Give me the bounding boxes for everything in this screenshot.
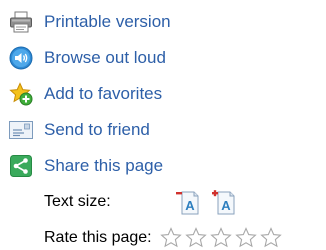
printer-icon [8, 9, 34, 35]
rate-this-page-label: Rate this page: [44, 229, 152, 246]
send-to-friend-label: Send to friend [44, 120, 150, 139]
add-to-favorites-label: Add to favorites [44, 84, 163, 103]
text-size-label: Text size: [44, 193, 111, 210]
add-to-favorites-link[interactable]: Add to favorites [8, 76, 326, 112]
rating-star-icon[interactable] [209, 227, 232, 249]
rating-star-icon[interactable] [159, 227, 182, 249]
envelope-icon [8, 117, 34, 143]
send-to-friend-link[interactable]: Send to friend [8, 112, 326, 148]
printable-version-link[interactable]: Printable version [8, 4, 326, 40]
rating-star-icon[interactable] [234, 227, 257, 249]
share-icon [8, 153, 34, 179]
text-size-decrease-icon[interactable]: A [176, 189, 200, 215]
rating-star-icon[interactable] [259, 227, 282, 249]
text-size-increase-icon[interactable]: A [212, 189, 236, 215]
rating-row: Rate this page: [8, 220, 326, 250]
text-size-row: Text size: A A [8, 184, 326, 220]
svg-text:A: A [185, 198, 195, 213]
star-add-icon [8, 81, 34, 107]
browse-out-loud-label: Browse out loud [44, 48, 166, 67]
rating-stars [159, 227, 285, 249]
share-this-page-label: Share this page [44, 156, 164, 175]
rating-star-icon[interactable] [184, 227, 207, 249]
share-this-page-link[interactable]: Share this page [8, 148, 326, 184]
speaker-icon [8, 45, 34, 71]
svg-text:A: A [221, 198, 231, 213]
page-tools: Printable version Browse out loud Add to… [8, 4, 326, 250]
printable-version-label: Printable version [44, 12, 171, 31]
browse-out-loud-link[interactable]: Browse out loud [8, 40, 326, 76]
